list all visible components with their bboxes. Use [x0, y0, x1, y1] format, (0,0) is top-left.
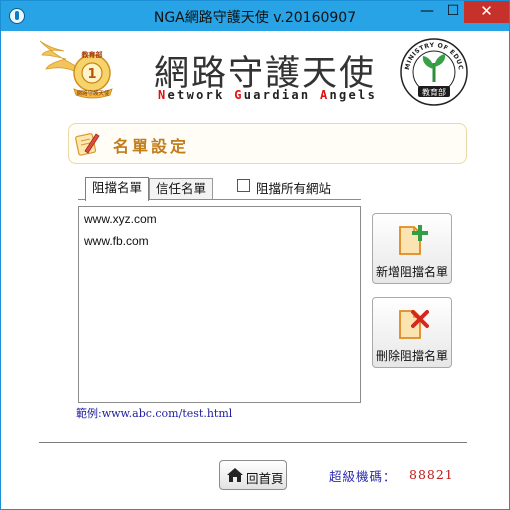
badge-ribbon-text: 網路守護天使: [76, 89, 110, 97]
maximize-button[interactable]: ☐: [440, 1, 466, 23]
angel-badge-logo: 1 教育部 網路守護天使: [39, 40, 113, 99]
delete-document-icon: [399, 310, 429, 339]
seal-bottom-text: 教育部: [422, 87, 446, 97]
ministry-of-education-seal: MINISTRY OF EDUCATION 教育部: [399, 37, 468, 106]
tab-trust-list[interactable]: 信任名單: [149, 178, 213, 200]
add-document-icon: [399, 225, 428, 255]
edit-note-icon: [75, 133, 100, 156]
home-button[interactable]: 回首頁: [219, 460, 287, 490]
example-hint: 範例:www.abc.com/test.html: [76, 407, 233, 420]
tab-block-list[interactable]: 阻擋名單: [85, 177, 149, 201]
delete-block-button[interactable]: 刪除阻擋名單: [372, 297, 452, 368]
super-key-value: 88821: [409, 467, 454, 482]
delete-block-label: 刪除阻擋名單: [375, 349, 448, 363]
home-label: 回首頁: [246, 471, 284, 486]
add-block-label: 新增阻擋名單: [375, 265, 448, 279]
badge-text: 教育部: [81, 50, 103, 59]
block-all-checkbox[interactable]: [237, 179, 250, 192]
section-header: 名單設定: [68, 123, 467, 164]
app-window: NGA網路守護天使 v.20160907 — ☐ ✕ 1 教育部 網路守護天使 …: [0, 0, 510, 510]
title-bar[interactable]: NGA網路守護天使 v.20160907 — ☐ ✕: [1, 1, 509, 31]
close-button[interactable]: ✕: [464, 1, 509, 23]
add-block-button[interactable]: 新增阻擋名單: [372, 213, 452, 284]
minimize-button[interactable]: —: [414, 1, 440, 23]
app-header: 1 教育部 網路守護天使 網路守護天使 Network Guardian Ang…: [2, 31, 508, 111]
list-item[interactable]: www.fb.com: [84, 234, 149, 248]
block-list[interactable]: www.xyz.com www.fb.com: [78, 206, 361, 403]
svg-text:1: 1: [87, 67, 96, 82]
footer-divider: [39, 442, 467, 443]
block-all-label: 阻擋所有網站: [256, 181, 332, 196]
home-icon: [227, 468, 243, 482]
super-key-label: 超級機碼：: [329, 469, 397, 484]
section-title: 名單設定: [113, 137, 190, 156]
list-item[interactable]: www.xyz.com: [84, 212, 157, 226]
app-subtitle: Network Guardian Angels: [158, 88, 378, 102]
